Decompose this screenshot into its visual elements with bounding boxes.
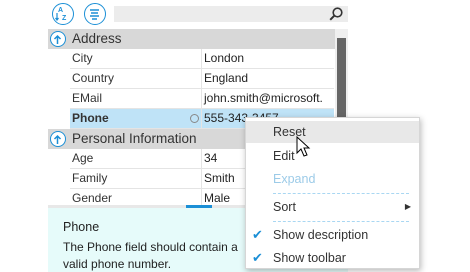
menu-item-label: Sort xyxy=(273,200,296,214)
mouse-cursor-icon xyxy=(296,136,311,157)
property-row-city[interactable]: City London xyxy=(48,49,334,69)
menu-item-label: Show description xyxy=(273,228,369,242)
submenu-arrow-icon: ▶ xyxy=(404,202,411,211)
collapse-icon[interactable] xyxy=(50,31,66,47)
sort-alphabetical-icon: A Z xyxy=(55,7,67,22)
categorize-button[interactable] xyxy=(84,3,106,25)
checkmark-icon: ✔ xyxy=(252,227,263,242)
menu-item-label: Show toolbar xyxy=(273,251,346,265)
property-value[interactable]: john.smith@microsoft. xyxy=(203,89,334,109)
property-row-country[interactable]: Country England xyxy=(48,69,334,89)
menu-separator xyxy=(273,221,409,222)
property-name: Family xyxy=(72,169,202,189)
category-label: Personal Information xyxy=(72,131,197,146)
toolbar: A Z xyxy=(48,0,348,28)
menu-item-show-toolbar[interactable]: ✔ Show toolbar xyxy=(246,247,419,269)
property-name: City xyxy=(72,49,202,69)
property-row-email[interactable]: EMail john.smith@microsoft. xyxy=(48,89,334,109)
property-name: Phone xyxy=(72,109,202,129)
menu-item-reset[interactable]: Reset xyxy=(246,121,419,143)
menu-item-edit[interactable]: Edit xyxy=(246,145,419,167)
property-name: Gender xyxy=(72,189,202,205)
modified-marker-icon xyxy=(190,114,199,123)
category-address[interactable]: Address xyxy=(48,29,348,49)
categorized-list-icon xyxy=(90,9,99,20)
property-name: Age xyxy=(72,149,202,169)
menu-item-sort[interactable]: Sort ▶ xyxy=(246,196,419,218)
menu-item-label: Expand xyxy=(273,172,316,186)
collapse-icon[interactable] xyxy=(50,131,66,147)
property-value[interactable]: London xyxy=(203,49,334,69)
svg-text:A: A xyxy=(58,7,63,14)
context-menu: Reset Edit Expand Sort ▶ ✔ Show descript… xyxy=(245,117,420,269)
sort-alphabetical-button[interactable]: A Z xyxy=(52,3,74,25)
svg-text:Z: Z xyxy=(62,15,67,22)
magnifier-icon[interactable] xyxy=(328,6,344,22)
menu-separator xyxy=(273,193,409,194)
menu-item-expand: Expand xyxy=(246,168,419,190)
property-name: EMail xyxy=(72,89,202,109)
menu-item-show-description[interactable]: ✔ Show description xyxy=(246,224,419,246)
menu-item-label: Edit xyxy=(273,149,295,163)
search-input[interactable] xyxy=(114,6,348,22)
category-label: Address xyxy=(72,31,122,46)
checkmark-icon: ✔ xyxy=(252,250,263,265)
property-name: Country xyxy=(72,69,202,89)
property-value[interactable]: England xyxy=(203,69,334,89)
description-text: The Phone field should contain a valid p… xyxy=(63,240,238,271)
